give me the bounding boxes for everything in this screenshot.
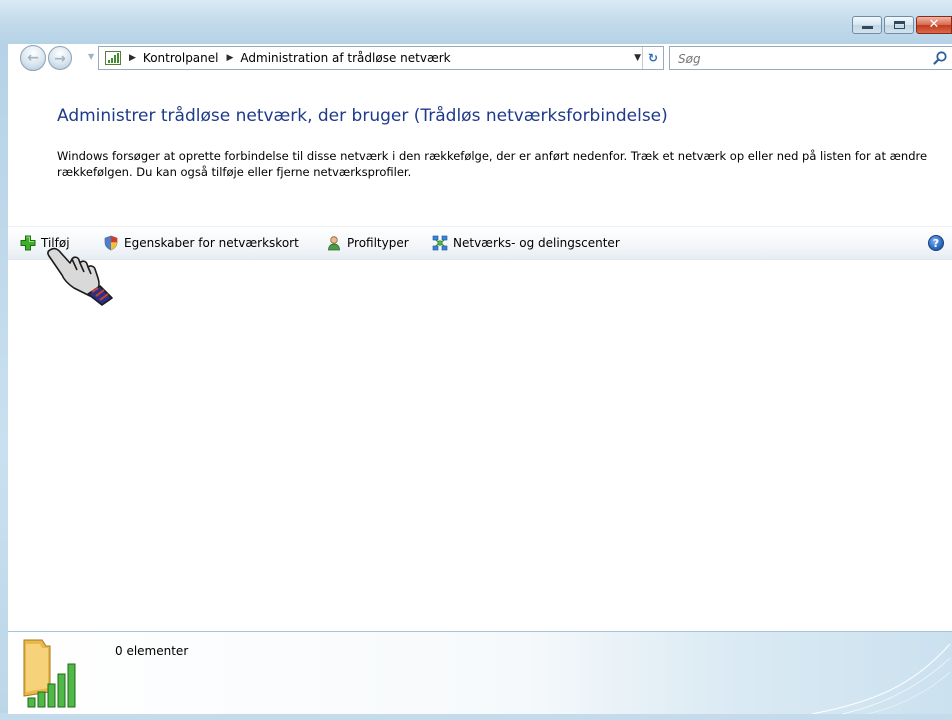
network-sharing-center-button[interactable]: Netværks- og delingscenter [432,227,620,259]
close-icon: ✕ [928,17,940,32]
details-pane: 0 elementer [8,631,952,714]
profile-types-label: Profiltyper [347,236,409,250]
minimize-icon [862,26,873,29]
profile-types-button[interactable]: Profiltyper [326,227,409,259]
page-description: Windows forsøger at oprette forbindelse … [57,149,928,179]
window-title-bar [0,0,952,44]
caption-buttons: ✕ [850,16,952,36]
window-bottom-border [0,713,952,720]
breadcrumb-separator-icon[interactable]: ▶ [226,47,233,69]
command-bar: Tilføj Egenskaber for netværkskort Profi… [8,226,952,260]
forward-button[interactable]: → [48,46,72,70]
page-title: Administrer trådløse netværk, der bruger… [57,106,668,126]
window-left-border [0,44,8,720]
search-icon[interactable] [932,50,948,66]
back-arrow-icon: ← [27,50,39,66]
user-profile-icon [328,236,340,251]
decorative-swoosh [811,643,951,714]
add-plus-icon [20,235,36,251]
refresh-button[interactable]: ↻ [642,47,663,69]
maximize-icon [894,21,905,29]
close-button[interactable]: ✕ [916,16,952,34]
main-content: Administrer trådløse netværk, der bruger… [8,80,952,631]
help-icon[interactable]: ? [928,235,944,251]
wireless-network-icon [105,51,121,65]
wireless-folder-icon [23,639,76,708]
network-center-icon [432,235,448,251]
search-box [669,46,952,70]
address-bar[interactable]: ▶ Kontrolpanel ▶ Administration af trådl… [98,46,664,70]
back-button[interactable]: ← [20,45,46,71]
breadcrumb: ▶ Kontrolpanel ▶ Administration af trådl… [129,47,459,69]
address-dropdown-icon[interactable]: ▼ [634,47,641,69]
breadcrumb-separator-icon[interactable]: ▶ [129,47,136,69]
recent-pages-dropdown-icon[interactable]: ▼ [88,52,94,61]
search-input[interactable] [676,49,920,69]
adapter-properties-button[interactable]: Egenskaber for netværkskort [103,227,299,259]
item-count-text: 0 elementer [115,644,189,658]
forward-arrow-icon: → [54,51,66,67]
network-sharing-center-label: Netværks- og delingscenter [453,236,620,250]
breadcrumb-item-kontrolpanel[interactable]: Kontrolpanel [143,47,219,69]
breadcrumb-item-wireless-admin[interactable]: Administration af trådløse netværk [240,47,450,69]
hand-pointer-icon [47,247,113,306]
maximize-button[interactable] [884,16,914,34]
minimize-button[interactable] [852,16,882,34]
adapter-properties-label: Egenskaber for netværkskort [124,236,299,250]
